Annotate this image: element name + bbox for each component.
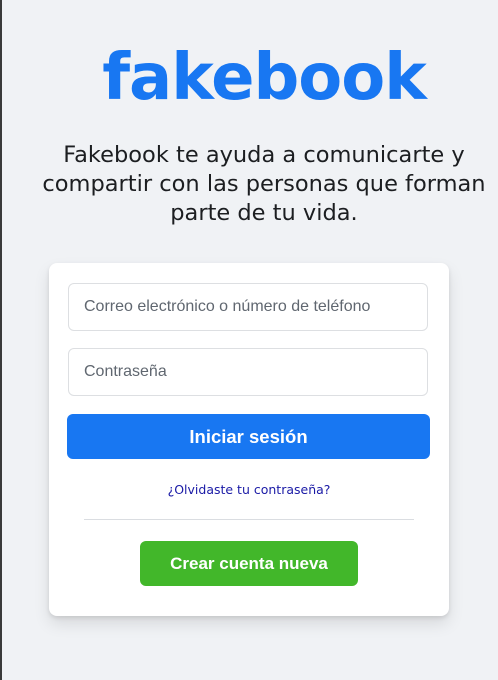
login-button[interactable]: Iniciar sesión — [67, 414, 430, 459]
create-account-button[interactable]: Crear cuenta nueva — [140, 541, 358, 586]
forgot-password-link[interactable]: ¿Olvidaste tu contraseña? — [49, 482, 449, 498]
email-or-phone-input[interactable] — [68, 283, 428, 331]
tagline: Fakebook te ayuda a comunicarte y compar… — [42, 142, 486, 226]
login-card: Iniciar sesión ¿Olvidaste tu contraseña?… — [49, 263, 449, 616]
fakebook-logo: fakebook — [102, 41, 427, 115]
divider — [84, 519, 414, 520]
password-input[interactable] — [68, 348, 428, 396]
